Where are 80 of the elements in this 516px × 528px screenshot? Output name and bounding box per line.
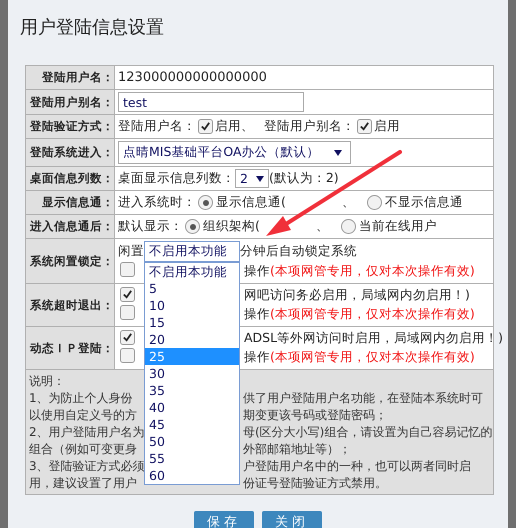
option-label: 不显示信息通	[384, 194, 463, 211]
checkbox[interactable]	[120, 330, 135, 345]
option-text: 操作	[244, 349, 270, 366]
field-label: 登陆验证方式：	[26, 115, 115, 138]
note-text: 期变更该号码或登陆密码；	[243, 407, 387, 424]
note-text: 以使用自定义号的方	[29, 407, 138, 424]
dropdown-option[interactable]: 40	[145, 399, 239, 416]
option-label: 登陆用户别名：	[264, 118, 355, 135]
columns-select[interactable]: 2	[235, 169, 269, 188]
checkbox[interactable]	[120, 348, 135, 363]
field-value: 123000000000000000	[118, 70, 267, 85]
note-text: 说明：	[29, 373, 66, 390]
default-hint: (默认为：2)	[268, 170, 339, 187]
checkbox[interactable]	[120, 262, 135, 277]
field-label: 登陆用户别名：	[26, 90, 115, 114]
warning-note: (本项网管专用，仅对本次操作有效)	[270, 306, 475, 323]
warning-note: (本项网管专用，仅对本次操作有效)	[270, 263, 475, 280]
note-text: 组合（例如可变更身	[29, 441, 138, 458]
note-text: 份证号登陆验证方式禁用。	[243, 475, 387, 492]
note-text: 供了用户登陆用户名功能，在登陆本系统时可	[243, 390, 483, 407]
caret-icon	[256, 174, 264, 182]
field-label: 显示信息通：	[26, 191, 115, 214]
checkbox[interactable]	[357, 119, 372, 134]
dialog-button[interactable]: 保存	[194, 511, 254, 528]
option-label: 组织架构(	[203, 218, 260, 235]
idle-select[interactable]: 不启用本功能	[144, 241, 240, 262]
field-label: 登陆系统进入：	[26, 139, 115, 166]
field-prefix: 闲置	[118, 243, 144, 260]
checkbox[interactable]	[120, 287, 135, 302]
dropdown-option[interactable]: 5	[145, 280, 239, 297]
field-label: 系统闲置锁定：	[26, 239, 115, 283]
field-suffix: 分钟后自动锁定系统	[240, 243, 357, 260]
option-label: 启用、	[215, 118, 254, 135]
checkbox[interactable]	[120, 305, 135, 320]
option-label: 当前在线用户	[358, 218, 437, 235]
option-text: 操作	[244, 263, 270, 280]
option-text: 操作	[244, 306, 270, 323]
note-text: 1、为防止个人身份	[29, 390, 134, 407]
dropdown-option[interactable]: 60	[145, 467, 239, 484]
radio-button[interactable]	[185, 219, 200, 234]
dialog-button[interactable]: 关闭	[262, 511, 322, 528]
checkbox[interactable]	[198, 119, 213, 134]
note-text: 户登陆用户名中的一种，也可以两者同时启	[243, 458, 471, 475]
dialog-title: 用户登陆信息设置	[19, 16, 165, 40]
dropdown-option[interactable]: 20	[145, 331, 239, 348]
field-label: 桌面信息列数：	[26, 167, 115, 190]
field-prefix: 默认显示：	[118, 218, 183, 235]
dropdown-option[interactable]: 10	[145, 297, 239, 314]
dropdown-option[interactable]: 55	[145, 450, 239, 467]
note-text: 母(区分大小写)组合，请设置为自己容易记忆的	[243, 424, 492, 441]
field-label: 登陆用户名：	[26, 66, 115, 89]
separator-mark: 、	[342, 194, 355, 211]
system-select[interactable]: 点晴MIS基础平台OA办公（默认）	[118, 141, 351, 164]
option-text: ADSL等外网访问时启用，局域网内勿启用！)	[244, 330, 503, 347]
field-label: 系统超时退出：	[26, 284, 115, 326]
dropdown-option[interactable]: 35	[145, 382, 239, 399]
field-label: 动态ＩＰ登陆：	[26, 327, 115, 369]
option-text: 网吧访问务必启用，局域网内勿启用！)	[244, 287, 470, 304]
separator-mark: 、	[316, 218, 329, 235]
dropdown-option[interactable]: 45	[145, 416, 239, 433]
note-text: 用，建议设置了用户	[29, 475, 138, 492]
caret-icon	[334, 148, 342, 156]
dropdown-option[interactable]: 50	[145, 433, 239, 450]
note-text: 2、用户登陆用户名为	[29, 424, 143, 441]
radio-button[interactable]	[198, 195, 213, 210]
option-label: 显示信息通(	[216, 194, 286, 211]
dropdown-option[interactable]: 不启用本功能	[145, 263, 239, 280]
warning-note: (本项网管专用，仅对本次操作有效)	[270, 349, 475, 366]
dropdown-option[interactable]: 30	[145, 365, 239, 382]
note-text: 外部邮箱地址等）；	[243, 441, 351, 458]
alias-input[interactable]: test	[118, 92, 304, 112]
option-label: 启用	[374, 118, 400, 135]
field-prefix: 进入系统时：	[118, 194, 196, 211]
note-text: 3、登陆验证方式必须	[29, 458, 143, 475]
field-label: 进入信息通后：	[26, 215, 115, 238]
radio-button[interactable]	[366, 195, 382, 210]
field-prefix: 桌面显示信息列数：	[118, 170, 235, 187]
option-label: 登陆用户名：	[118, 118, 196, 135]
dropdown-option[interactable]: 15	[145, 314, 239, 331]
radio-button[interactable]	[340, 219, 356, 234]
